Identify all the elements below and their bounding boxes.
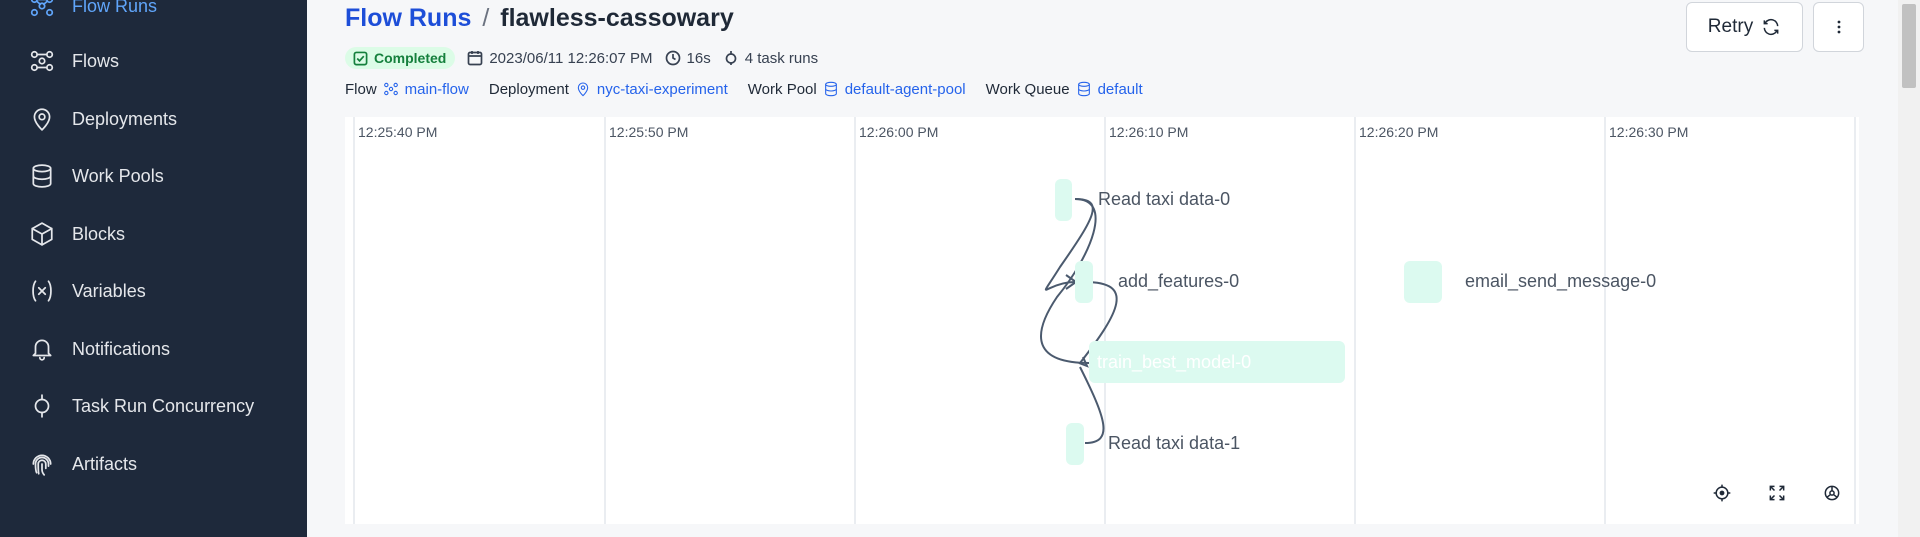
time-tick-label: 12:26:00 PM: [859, 124, 938, 140]
cube-icon: [28, 220, 56, 248]
work-queue-link[interactable]: default: [1076, 81, 1143, 98]
sidebar-item-label: Notifications: [72, 338, 171, 359]
breadcrumb: Flow Runs / flawless-cassowary: [345, 4, 734, 33]
work-pool-value: default-agent-pool: [844, 80, 966, 98]
calendar-icon: [467, 51, 483, 66]
sidebar-item-artifacts[interactable]: Artifacts: [0, 436, 307, 492]
more-options-button[interactable]: [1813, 2, 1864, 52]
work-pool-link[interactable]: default-agent-pool: [823, 81, 966, 98]
flow-property: Flow main-flow: [345, 81, 469, 98]
sidebar-item-label: Work Pools: [72, 165, 164, 186]
work-pool-property: Work Pool default-agent-pool: [748, 81, 966, 98]
task-label[interactable]: Read taxi data-1: [1108, 433, 1240, 453]
refresh-icon: [1763, 18, 1779, 36]
deployment-link[interactable]: nyc-taxi-experiment: [575, 81, 728, 98]
sidebar-item-work-pools[interactable]: Work Pools: [0, 148, 307, 204]
sidebar-item-variables[interactable]: Variables: [0, 263, 307, 319]
sidebar-item-label: Variables: [72, 280, 146, 301]
status-badge: Completed: [345, 47, 456, 69]
time-tick-label: 12:25:40 PM: [358, 124, 437, 140]
run-properties: Flow main-flow Deployment nyc-taxi-exper…: [345, 79, 1163, 99]
task-run-icon: [725, 51, 737, 65]
task-runs-count: 4 task runs: [723, 50, 818, 67]
sidebar-item-label: Blocks: [72, 223, 126, 244]
sidebar-item-deployments[interactable]: Deployments: [0, 91, 307, 147]
time-tick-label: 12:26:20 PM: [1359, 124, 1438, 140]
time-tick-label: 12:25:50 PM: [609, 124, 688, 140]
database-icon: [1077, 81, 1090, 97]
duration: 16s: [665, 50, 711, 67]
start-time: 2023/06/11 12:26:07 PM: [467, 49, 653, 67]
fullscreen-button[interactable]: [1763, 479, 1791, 507]
flows-icon: [28, 47, 56, 75]
task-label[interactable]: Read taxi data-0: [1098, 189, 1230, 209]
page-title: flawless-cassowary: [500, 4, 734, 32]
work-queue-property: Work Queue default: [986, 81, 1143, 98]
duration-text: 16s: [686, 49, 711, 67]
retry-button[interactable]: Retry: [1686, 2, 1803, 52]
deployment-label: Deployment: [488, 80, 569, 98]
task-label[interactable]: add_features-0: [1118, 271, 1239, 292]
flow-runs-icon: [28, 0, 56, 20]
crosshair-icon: [1713, 484, 1731, 502]
work-pool-label: Work Pool: [747, 80, 817, 98]
graph-settings-button[interactable]: [1818, 479, 1846, 507]
flows-icon: [383, 82, 398, 96]
clock-icon: [665, 50, 680, 66]
breadcrumb-flow-runs-link[interactable]: Flow Runs: [345, 4, 471, 32]
database-icon: [824, 81, 837, 97]
flow-link[interactable]: main-flow: [383, 81, 469, 98]
run-meta: Completed 2023/06/11 12:26:07 PM 16s 4 t…: [345, 47, 830, 69]
sidebar-item-label: Artifacts: [72, 453, 138, 474]
sidebar-item-label: Task Run Concurrency: [72, 395, 255, 416]
flow-label: Flow: [345, 80, 377, 98]
concurrency-icon: [28, 392, 56, 420]
kebab-menu-icon: [1837, 20, 1840, 34]
page-scrollbar[interactable]: [1898, 0, 1920, 537]
start-time-text: 2023/06/11 12:26:07 PM: [489, 49, 653, 67]
status-text: Completed: [374, 50, 447, 66]
database-icon: [28, 162, 56, 190]
flow-value: main-flow: [404, 80, 469, 98]
sidebar-item-label: Flows: [72, 50, 120, 71]
sidebar-item-notifications[interactable]: Notifications: [0, 321, 307, 377]
work-queue-value: default: [1097, 80, 1143, 98]
recenter-button[interactable]: [1708, 479, 1736, 507]
task-node[interactable]: [1066, 423, 1084, 465]
map-pin-icon: [28, 105, 56, 133]
task-label[interactable]: email_send_message-0: [1465, 271, 1656, 292]
check-square-icon: [353, 51, 368, 65]
task-node[interactable]: [1404, 261, 1442, 303]
bell-icon: [28, 335, 56, 363]
deployment-property: Deployment nyc-taxi-experiment: [489, 81, 728, 98]
breadcrumb-separator: /: [482, 4, 490, 32]
fingerprint-icon: [28, 450, 56, 478]
deployment-value: nyc-taxi-experiment: [596, 80, 728, 98]
sidebar-item-blocks[interactable]: Blocks: [0, 206, 307, 262]
sidebar-item-task-run-concurrency[interactable]: Task Run Concurrency: [0, 378, 307, 434]
sidebar: Flow Runs Flows Deployments Work Pools B…: [0, 0, 307, 537]
sidebar-item-flow-runs[interactable]: Flow Runs: [0, 0, 307, 34]
work-queue-label: Work Queue: [985, 80, 1070, 98]
settings-icon: [1824, 485, 1840, 501]
task-node[interactable]: [1075, 261, 1093, 303]
map-pin-icon: [577, 82, 589, 97]
timeline-grid: [353, 117, 1856, 524]
time-tick-label: 12:26:30 PM: [1609, 124, 1688, 140]
sidebar-item-label: Deployments: [72, 108, 178, 129]
timeline-graph: 12:25:40 PM 12:25:50 PM 12:26:00 PM 12:2…: [353, 117, 1856, 524]
scrollbar-thumb[interactable]: [1902, 4, 1916, 88]
task-runs-text: 4 task runs: [744, 49, 819, 67]
expand-icon: [1769, 485, 1785, 501]
sidebar-item-flows[interactable]: Flows: [0, 33, 307, 89]
sidebar-item-label: Flow Runs: [72, 0, 158, 16]
time-tick-label: 12:26:10 PM: [1109, 124, 1188, 140]
flow-run-timeline[interactable]: 12:25:40 PM 12:25:50 PM 12:26:00 PM 12:2…: [345, 117, 1859, 524]
task-label[interactable]: train_best_model-0: [1097, 352, 1251, 373]
variable-icon: [28, 277, 56, 305]
task-node[interactable]: [1055, 179, 1072, 221]
retry-label: Retry: [1707, 16, 1754, 37]
